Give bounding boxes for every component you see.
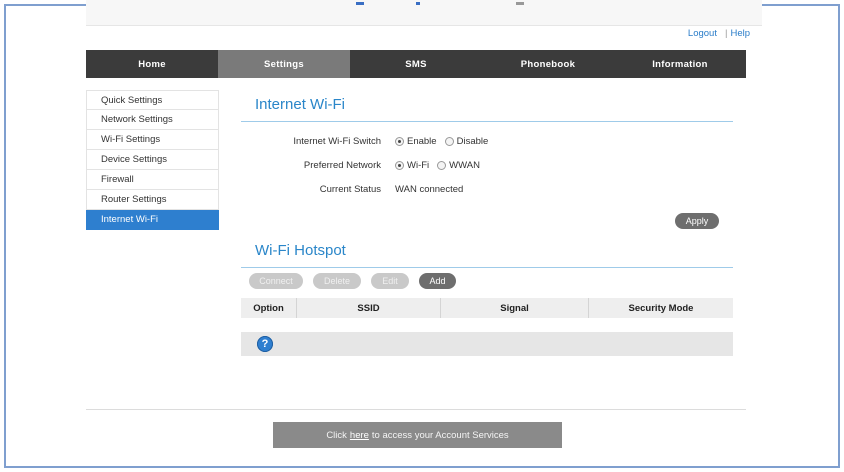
account-prefix: Click	[326, 429, 347, 441]
preferred-network-label: Preferred Network	[303, 159, 381, 171]
current-status-label: Current Status	[319, 183, 381, 195]
hotspot-table-header: Option SSID Signal Security Mode	[241, 298, 733, 318]
sidebar-item-quick-settings[interactable]: Quick Settings	[86, 90, 219, 110]
disable-label: Disable	[456, 135, 489, 147]
nav-settings[interactable]: Settings	[218, 50, 350, 78]
account-services-link[interactable]: here	[350, 430, 369, 441]
footer-divider	[86, 409, 746, 410]
section-divider	[241, 267, 733, 268]
connect-button[interactable]: Connect	[249, 273, 303, 289]
delete-button[interactable]: Delete	[313, 273, 361, 289]
enable-radio[interactable]: Enable	[395, 136, 437, 147]
top-strip	[86, 0, 762, 26]
radio-selected-icon	[395, 160, 404, 170]
help-bar: ?	[241, 332, 733, 356]
sidebar-item-firewall[interactable]: Firewall	[86, 170, 219, 190]
account-suffix: to access your Account Services	[371, 429, 509, 441]
top-links: Logout | Help	[688, 28, 750, 39]
account-services-bar: Click here to access your Account Servic…	[273, 422, 562, 448]
logout-link[interactable]: Logout	[688, 28, 717, 39]
wifi-radio[interactable]: Wi-Fi	[395, 160, 429, 171]
radio-unselected-icon	[444, 136, 454, 146]
nav-home[interactable]: Home	[86, 50, 218, 78]
column-security-mode: Security Mode	[628, 302, 694, 314]
add-button[interactable]: Add	[419, 273, 456, 289]
column-option: Option	[241, 298, 297, 318]
link-separator: |	[724, 28, 728, 39]
enable-label: Enable	[407, 135, 437, 147]
top-strip-mark	[416, 2, 420, 5]
sidebar-item-internet-wifi[interactable]: Internet Wi-Fi	[86, 210, 219, 230]
radio-selected-icon	[395, 136, 404, 146]
wwan-radio[interactable]: WWAN	[437, 160, 480, 171]
sidebar-item-network-settings[interactable]: Network Settings	[86, 110, 219, 130]
preferred-network-row: Preferred Network Wi-Fi WWAN	[241, 157, 701, 173]
apply-button[interactable]: Apply	[675, 213, 719, 229]
radio-unselected-icon	[437, 160, 447, 170]
top-strip-mark	[356, 2, 364, 5]
nav-sms[interactable]: SMS	[350, 50, 482, 78]
help-icon[interactable]: ?	[257, 336, 273, 352]
column-signal: Signal	[441, 298, 589, 318]
wwan-label: WWAN	[449, 159, 480, 171]
switch-label: Internet Wi-Fi Switch	[293, 135, 381, 147]
top-strip-mark	[516, 2, 524, 5]
edit-button[interactable]: Edit	[371, 273, 409, 289]
wifi-hotspot-title: Wi-Fi Hotspot	[255, 242, 346, 259]
sidebar-item-wifi-settings[interactable]: Wi-Fi Settings	[86, 130, 219, 150]
internet-wifi-title: Internet Wi-Fi	[255, 96, 346, 113]
switch-row: Internet Wi-Fi Switch Enable Disable	[241, 133, 701, 149]
sidebar-item-router-settings[interactable]: Router Settings	[86, 190, 219, 210]
nav-information[interactable]: Information	[614, 50, 746, 78]
help-link[interactable]: Help	[730, 28, 750, 39]
sidebar-item-device-settings[interactable]: Device Settings	[86, 150, 219, 170]
wifi-label: Wi-Fi	[407, 159, 430, 171]
nav-phonebook[interactable]: Phonebook	[482, 50, 614, 78]
current-status-row: Current Status WAN connected	[241, 181, 701, 197]
current-status-value: WAN connected	[395, 183, 464, 195]
column-ssid: SSID	[297, 298, 441, 318]
section-divider	[241, 121, 733, 122]
main-nav: Home Settings SMS Phonebook Information	[86, 50, 746, 78]
sidebar: Quick Settings Network Settings Wi-Fi Se…	[86, 90, 219, 230]
disable-radio[interactable]: Disable	[444, 135, 489, 147]
